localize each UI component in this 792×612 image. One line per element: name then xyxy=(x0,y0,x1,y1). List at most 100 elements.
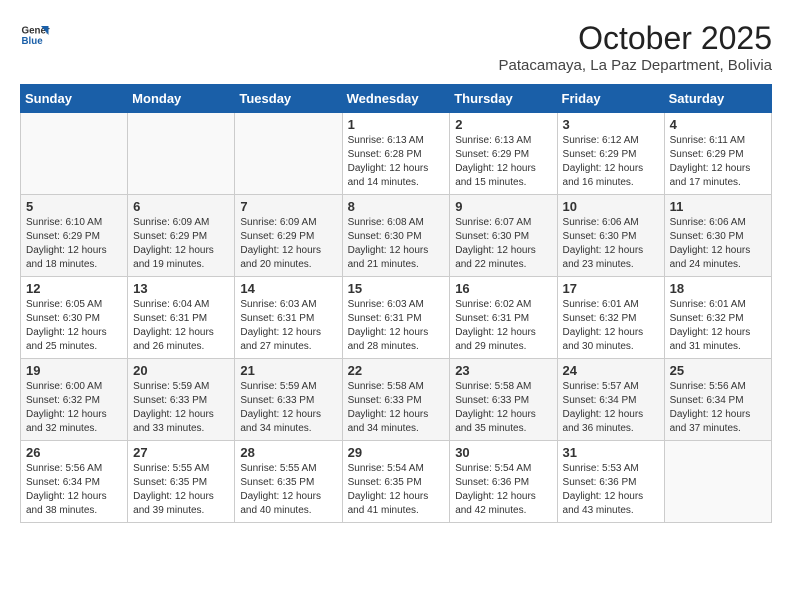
day-number: 19 xyxy=(26,363,122,378)
calendar-day-cell: 31 Sunrise: 5:53 AM Sunset: 6:36 PM Dayli… xyxy=(557,441,664,523)
day-number: 28 xyxy=(240,445,336,460)
day-number: 27 xyxy=(133,445,229,460)
calendar-day-cell: 21Sunrise: 5:59 AM Sunset: 6:33 PM Dayli… xyxy=(235,359,342,441)
day-number: 7 xyxy=(240,199,336,214)
day-number: 3 xyxy=(563,117,659,132)
day-info: Sunrise: 6:09 AM Sunset: 6:29 PM Dayligh… xyxy=(133,216,229,272)
calendar-day-cell xyxy=(664,441,771,523)
title-section: October 2025 Patacamaya, La Paz Departme… xyxy=(499,20,772,74)
page-header: General Blue October 2025 Patacamaya, La… xyxy=(20,20,772,74)
calendar-day-cell: 19 Sunrise: 6:00 AM Sunset: 6:32 PM Dayli… xyxy=(21,359,128,441)
calendar-day-cell xyxy=(128,113,235,195)
calendar-day-cell: 28 Sunrise: 5:55 AM Sunset: 6:35 PM Dayli… xyxy=(235,441,342,523)
day-number: 8 xyxy=(348,199,445,214)
day-number: 24 xyxy=(563,363,659,378)
calendar-day-cell: 24Sunrise: 5:57 AM Sunset: 6:34 PM Dayli… xyxy=(557,359,664,441)
day-number: 14 xyxy=(240,281,336,296)
svg-text:Blue: Blue xyxy=(22,36,44,47)
month-title: October 2025 xyxy=(499,20,772,57)
calendar-day-cell: 18 Sunrise: 6:01 AM Sunset: 6:32 PM Dayli… xyxy=(664,277,771,359)
day-info: Sunrise: 5:56 AM Sunset: 6:34 PM Dayligh… xyxy=(26,462,122,518)
day-number: 11 xyxy=(670,199,766,214)
calendar-day-cell: 11Sunrise: 6:06 AM Sunset: 6:30 PM Dayli… xyxy=(664,195,771,277)
day-info: Sunrise: 6:09 AM Sunset: 6:29 PM Dayligh… xyxy=(240,216,336,272)
day-info: Sunrise: 6:11 AM Sunset: 6:29 PM Dayligh… xyxy=(670,134,766,190)
calendar-day-cell: 6 Sunrise: 6:09 AM Sunset: 6:29 PM Daylig… xyxy=(128,195,235,277)
day-number: 5 xyxy=(26,199,122,214)
calendar-week-row: 26 Sunrise: 5:56 AM Sunset: 6:34 PM Dayli… xyxy=(21,441,772,523)
calendar-day-cell: 5 Sunrise: 6:10 AM Sunset: 6:29 PM Daylig… xyxy=(21,195,128,277)
day-info: Sunrise: 6:02 AM Sunset: 6:31 PM Dayligh… xyxy=(455,298,551,354)
calendar-day-cell: 15Sunrise: 6:03 AM Sunset: 6:31 PM Dayli… xyxy=(342,277,450,359)
day-info: Sunrise: 6:12 AM Sunset: 6:29 PM Dayligh… xyxy=(563,134,659,190)
calendar-day-cell xyxy=(235,113,342,195)
day-number: 23 xyxy=(455,363,551,378)
calendar-day-cell: 27 Sunrise: 5:55 AM Sunset: 6:35 PM Dayli… xyxy=(128,441,235,523)
calendar-week-row: 19 Sunrise: 6:00 AM Sunset: 6:32 PM Dayli… xyxy=(21,359,772,441)
calendar-day-cell: 3 Sunrise: 6:12 AM Sunset: 6:29 PM Daylig… xyxy=(557,113,664,195)
day-number: 10 xyxy=(563,199,659,214)
day-info: Sunrise: 5:59 AM Sunset: 6:33 PM Dayligh… xyxy=(133,380,229,436)
day-info: Sunrise: 6:13 AM Sunset: 6:28 PM Dayligh… xyxy=(348,134,445,190)
calendar-day-cell: 2Sunrise: 6:13 AM Sunset: 6:29 PM Daylig… xyxy=(450,113,557,195)
weekday-header-row: SundayMondayTuesdayWednesdayThursdayFrid… xyxy=(21,85,772,113)
day-info: Sunrise: 6:10 AM Sunset: 6:29 PM Dayligh… xyxy=(26,216,122,272)
day-number: 25 xyxy=(670,363,766,378)
calendar-day-cell: 16 Sunrise: 6:02 AM Sunset: 6:31 PM Dayli… xyxy=(450,277,557,359)
calendar-day-cell: 22 Sunrise: 5:58 AM Sunset: 6:33 PM Dayli… xyxy=(342,359,450,441)
calendar-day-cell: 23 Sunrise: 5:58 AM Sunset: 6:33 PM Dayli… xyxy=(450,359,557,441)
calendar-day-cell: 17Sunrise: 6:01 AM Sunset: 6:32 PM Dayli… xyxy=(557,277,664,359)
day-info: Sunrise: 5:59 AM Sunset: 6:33 PM Dayligh… xyxy=(240,380,336,436)
calendar-week-row: 5 Sunrise: 6:10 AM Sunset: 6:29 PM Daylig… xyxy=(21,195,772,277)
day-info: Sunrise: 6:00 AM Sunset: 6:32 PM Dayligh… xyxy=(26,380,122,436)
day-number: 6 xyxy=(133,199,229,214)
day-info: Sunrise: 6:08 AM Sunset: 6:30 PM Dayligh… xyxy=(348,216,445,272)
weekday-header-friday: Friday xyxy=(557,85,664,113)
day-number: 18 xyxy=(670,281,766,296)
day-info: Sunrise: 6:13 AM Sunset: 6:29 PM Dayligh… xyxy=(455,134,551,190)
calendar-table: SundayMondayTuesdayWednesdayThursdayFrid… xyxy=(20,84,772,523)
day-info: Sunrise: 6:03 AM Sunset: 6:31 PM Dayligh… xyxy=(348,298,445,354)
day-number: 22 xyxy=(348,363,445,378)
location-title: Patacamaya, La Paz Department, Bolivia xyxy=(499,57,772,74)
day-info: Sunrise: 6:05 AM Sunset: 6:30 PM Dayligh… xyxy=(26,298,122,354)
day-number: 1 xyxy=(348,117,445,132)
day-number: 4 xyxy=(670,117,766,132)
day-info: Sunrise: 5:54 AM Sunset: 6:35 PM Dayligh… xyxy=(348,462,445,518)
calendar-day-cell: 25 Sunrise: 5:56 AM Sunset: 6:34 PM Dayli… xyxy=(664,359,771,441)
calendar-day-cell: 12 Sunrise: 6:05 AM Sunset: 6:30 PM Dayli… xyxy=(21,277,128,359)
calendar-day-cell: 30Sunrise: 5:54 AM Sunset: 6:36 PM Dayli… xyxy=(450,441,557,523)
logo-icon: General Blue xyxy=(20,20,50,50)
calendar-day-cell: 7 Sunrise: 6:09 AM Sunset: 6:29 PM Daylig… xyxy=(235,195,342,277)
day-info: Sunrise: 5:56 AM Sunset: 6:34 PM Dayligh… xyxy=(670,380,766,436)
calendar-day-cell: 13Sunrise: 6:04 AM Sunset: 6:31 PM Dayli… xyxy=(128,277,235,359)
calendar-day-cell: 20 Sunrise: 5:59 AM Sunset: 6:33 PM Dayli… xyxy=(128,359,235,441)
weekday-header-thursday: Thursday xyxy=(450,85,557,113)
day-info: Sunrise: 6:06 AM Sunset: 6:30 PM Dayligh… xyxy=(563,216,659,272)
day-info: Sunrise: 6:01 AM Sunset: 6:32 PM Dayligh… xyxy=(670,298,766,354)
day-info: Sunrise: 5:55 AM Sunset: 6:35 PM Dayligh… xyxy=(133,462,229,518)
day-info: Sunrise: 6:07 AM Sunset: 6:30 PM Dayligh… xyxy=(455,216,551,272)
day-number: 26 xyxy=(26,445,122,460)
day-number: 20 xyxy=(133,363,229,378)
calendar-day-cell: 9Sunrise: 6:07 AM Sunset: 6:30 PM Daylig… xyxy=(450,195,557,277)
day-info: Sunrise: 5:58 AM Sunset: 6:33 PM Dayligh… xyxy=(455,380,551,436)
calendar-day-cell: 8 Sunrise: 6:08 AM Sunset: 6:30 PM Daylig… xyxy=(342,195,450,277)
calendar-day-cell: 26 Sunrise: 5:56 AM Sunset: 6:34 PM Dayli… xyxy=(21,441,128,523)
day-number: 30 xyxy=(455,445,551,460)
day-number: 16 xyxy=(455,281,551,296)
calendar-week-row: 1 Sunrise: 6:13 AM Sunset: 6:28 PM Daylig… xyxy=(21,113,772,195)
day-number: 12 xyxy=(26,281,122,296)
calendar-day-cell xyxy=(21,113,128,195)
calendar-day-cell: 4 Sunrise: 6:11 AM Sunset: 6:29 PM Daylig… xyxy=(664,113,771,195)
weekday-header-monday: Monday xyxy=(128,85,235,113)
day-info: Sunrise: 6:03 AM Sunset: 6:31 PM Dayligh… xyxy=(240,298,336,354)
day-number: 31 xyxy=(563,445,659,460)
calendar-day-cell: 10 Sunrise: 6:06 AM Sunset: 6:30 PM Dayli… xyxy=(557,195,664,277)
day-info: Sunrise: 5:55 AM Sunset: 6:35 PM Dayligh… xyxy=(240,462,336,518)
weekday-header-tuesday: Tuesday xyxy=(235,85,342,113)
weekday-header-saturday: Saturday xyxy=(664,85,771,113)
day-info: Sunrise: 5:53 AM Sunset: 6:36 PM Dayligh… xyxy=(563,462,659,518)
calendar-day-cell: 29Sunrise: 5:54 AM Sunset: 6:35 PM Dayli… xyxy=(342,441,450,523)
day-info: Sunrise: 5:58 AM Sunset: 6:33 PM Dayligh… xyxy=(348,380,445,436)
